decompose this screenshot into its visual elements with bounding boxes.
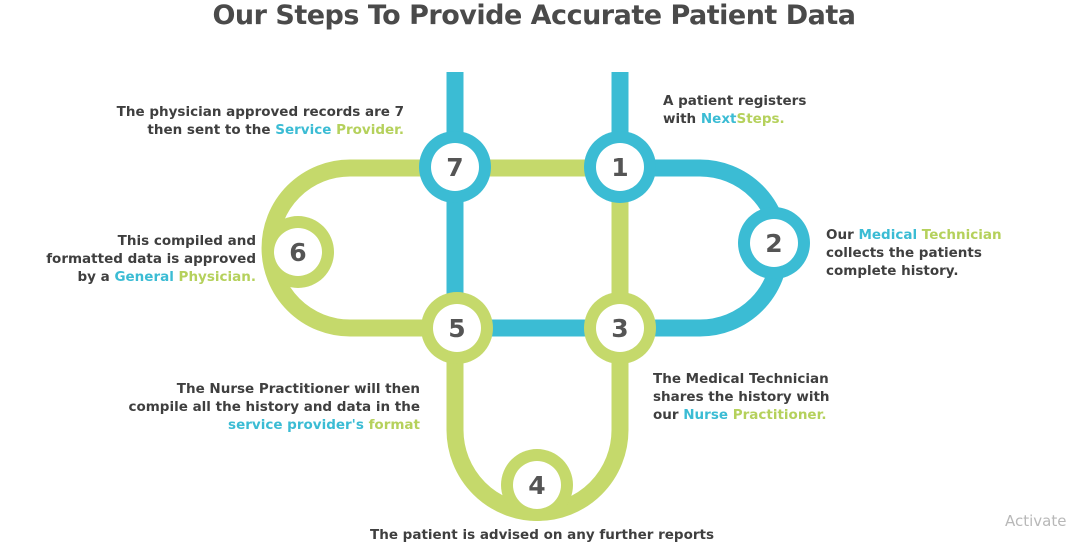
highlight-medical: Medical [858, 227, 918, 243]
step-node-1: 1 [584, 131, 656, 203]
step-7-line-2: then sent to the Service Provider. [117, 121, 404, 139]
highlight-nurse: Nurse [683, 407, 729, 423]
activate-watermark: Activate [1005, 512, 1067, 530]
step-4-description: The patient is advised on any further re… [370, 526, 714, 544]
step-1-description: A patient registers with NextSteps. [663, 92, 806, 128]
step-number-4: 4 [528, 471, 545, 500]
step-number-5: 5 [448, 314, 465, 343]
step-2-line-2: collects the patients [826, 245, 982, 261]
step-5-line-2: compile all the history and data in the [128, 399, 420, 415]
step-3-description: The Medical Technician shares the histor… [653, 370, 830, 424]
step-1-line-2: with NextSteps. [663, 110, 806, 128]
highlight-practitioner: Practitioner. [732, 407, 827, 423]
step-6-text: by a [77, 269, 115, 285]
step-1-line-1: A patient registers [663, 93, 807, 109]
step-number-7: 7 [446, 153, 463, 182]
step-7-line-1: The physician approved records are 7 [116, 104, 404, 120]
highlight-format: format [368, 417, 420, 433]
step-6-line-1: This compiled and [117, 233, 256, 249]
step-5-line-1: The Nurse Practitioner will then [176, 381, 420, 397]
step-2-text: Our [826, 227, 859, 243]
page-title: Our Steps To Provide Accurate Patient Da… [212, 0, 856, 31]
step-6-line-2: formatted data is approved [46, 251, 256, 267]
step-3-line-3: our Nurse Practitioner. [653, 406, 830, 424]
step-node-6: 6 [262, 216, 334, 288]
step-2-line-3: complete history. [826, 263, 959, 279]
step-2-description: Our Medical Technician collects the pati… [826, 226, 1002, 280]
step-3-text: our [653, 407, 684, 423]
step-6-line-3: by a General Physician. [46, 268, 256, 286]
brand-next: Next [700, 111, 737, 127]
step-2-line-1: Our Medical Technician [826, 226, 1002, 244]
step-number-3: 3 [611, 314, 628, 343]
highlight-service-providers: service provider's [228, 417, 364, 433]
step-number-1: 1 [611, 153, 628, 182]
step-number-6: 6 [289, 238, 306, 267]
step-6-description: This compiled and formatted data is appr… [46, 232, 256, 286]
step-node-4: 4 [501, 449, 573, 521]
step-3-line-1: The Medical Technician [653, 371, 829, 387]
step-7-text: then sent to the [147, 122, 276, 138]
step-1-text: with [663, 111, 701, 127]
brand-steps: Steps. [736, 111, 785, 127]
highlight-technician: Technician [921, 227, 1002, 243]
step-7-description: The physician approved records are 7 the… [117, 103, 404, 139]
highlight-general: General [114, 269, 174, 285]
step-node-3: 3 [584, 292, 656, 364]
highlight-service: Service [275, 122, 332, 138]
step-4-line-1: The patient is advised on any further re… [370, 527, 714, 543]
step-number-2: 2 [765, 229, 782, 258]
diagram-canvas: 1 2 3 4 5 6 7 Our Steps To Provide Accur… [0, 0, 1068, 544]
step-node-5: 5 [421, 292, 493, 364]
highlight-provider: Provider. [336, 122, 404, 138]
highlight-physician: Physician. [178, 269, 256, 285]
step-node-7: 7 [419, 131, 491, 203]
step-5-description: The Nurse Practitioner will then compile… [128, 380, 420, 434]
step-5-line-3: service provider's format [128, 416, 420, 434]
step-node-2: 2 [738, 207, 810, 279]
step-3-line-2: shares the history with [653, 389, 830, 405]
